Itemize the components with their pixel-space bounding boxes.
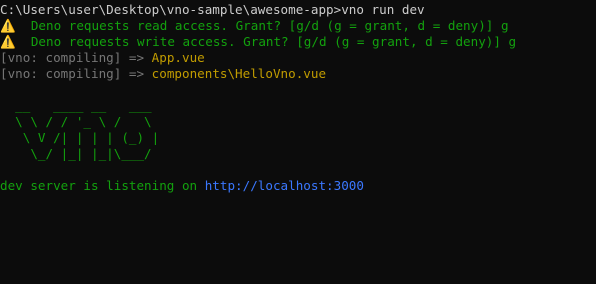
warning-icon: ⚠️ — [0, 34, 16, 49]
warning-icon: ⚠️ — [0, 18, 16, 33]
permission-read-text: Deno requests read access. Grant? [g/d (… — [15, 18, 509, 33]
compiling-line-app: [vno: compiling] => App.vue — [0, 50, 596, 66]
compiling-prefix: [vno: compiling] => — [0, 50, 152, 65]
dev-server-text: dev server is listening on — [0, 178, 205, 193]
banner-line: \ V /| | | | (_) | — [0, 130, 160, 145]
command-prompt-line: C:\Users\user\Desktop\vno-sample\awesome… — [0, 2, 596, 18]
terminal-window[interactable]: C:\Users\user\Desktop\vno-sample\awesome… — [0, 0, 596, 284]
banner-line: \_/ |_| |_|\___/ — [0, 146, 160, 161]
permission-write-text: Deno requests write access. Grant? [g/d … — [15, 34, 517, 49]
compiling-file: App.vue — [151, 50, 205, 65]
banner-line: \ \ / / '_ \ / \ — [0, 114, 152, 129]
permission-read-line: ⚠️ Deno requests read access. Grant? [g/… — [0, 18, 596, 34]
permission-write-line: ⚠️ Deno requests write access. Grant? [g… — [0, 34, 596, 50]
vno-ascii-banner: __ ____ __ ___ \ \ / / '_ \ / \ \ V /| |… — [0, 98, 596, 162]
compiling-prefix: [vno: compiling] => — [0, 66, 152, 81]
dev-server-url-link[interactable]: http://localhost:3000 — [205, 178, 364, 193]
prompt-command: vno run dev — [341, 2, 425, 17]
prompt-path: C:\Users\user\Desktop\vno-sample\awesome… — [0, 2, 342, 17]
compiling-line-hellovno: [vno: compiling] => components\HelloVno.… — [0, 66, 596, 82]
banner-line: __ ____ __ ___ — [0, 98, 167, 113]
compiling-file: components\HelloVno.vue — [151, 66, 327, 81]
dev-server-line: dev server is listening on http://localh… — [0, 178, 596, 194]
